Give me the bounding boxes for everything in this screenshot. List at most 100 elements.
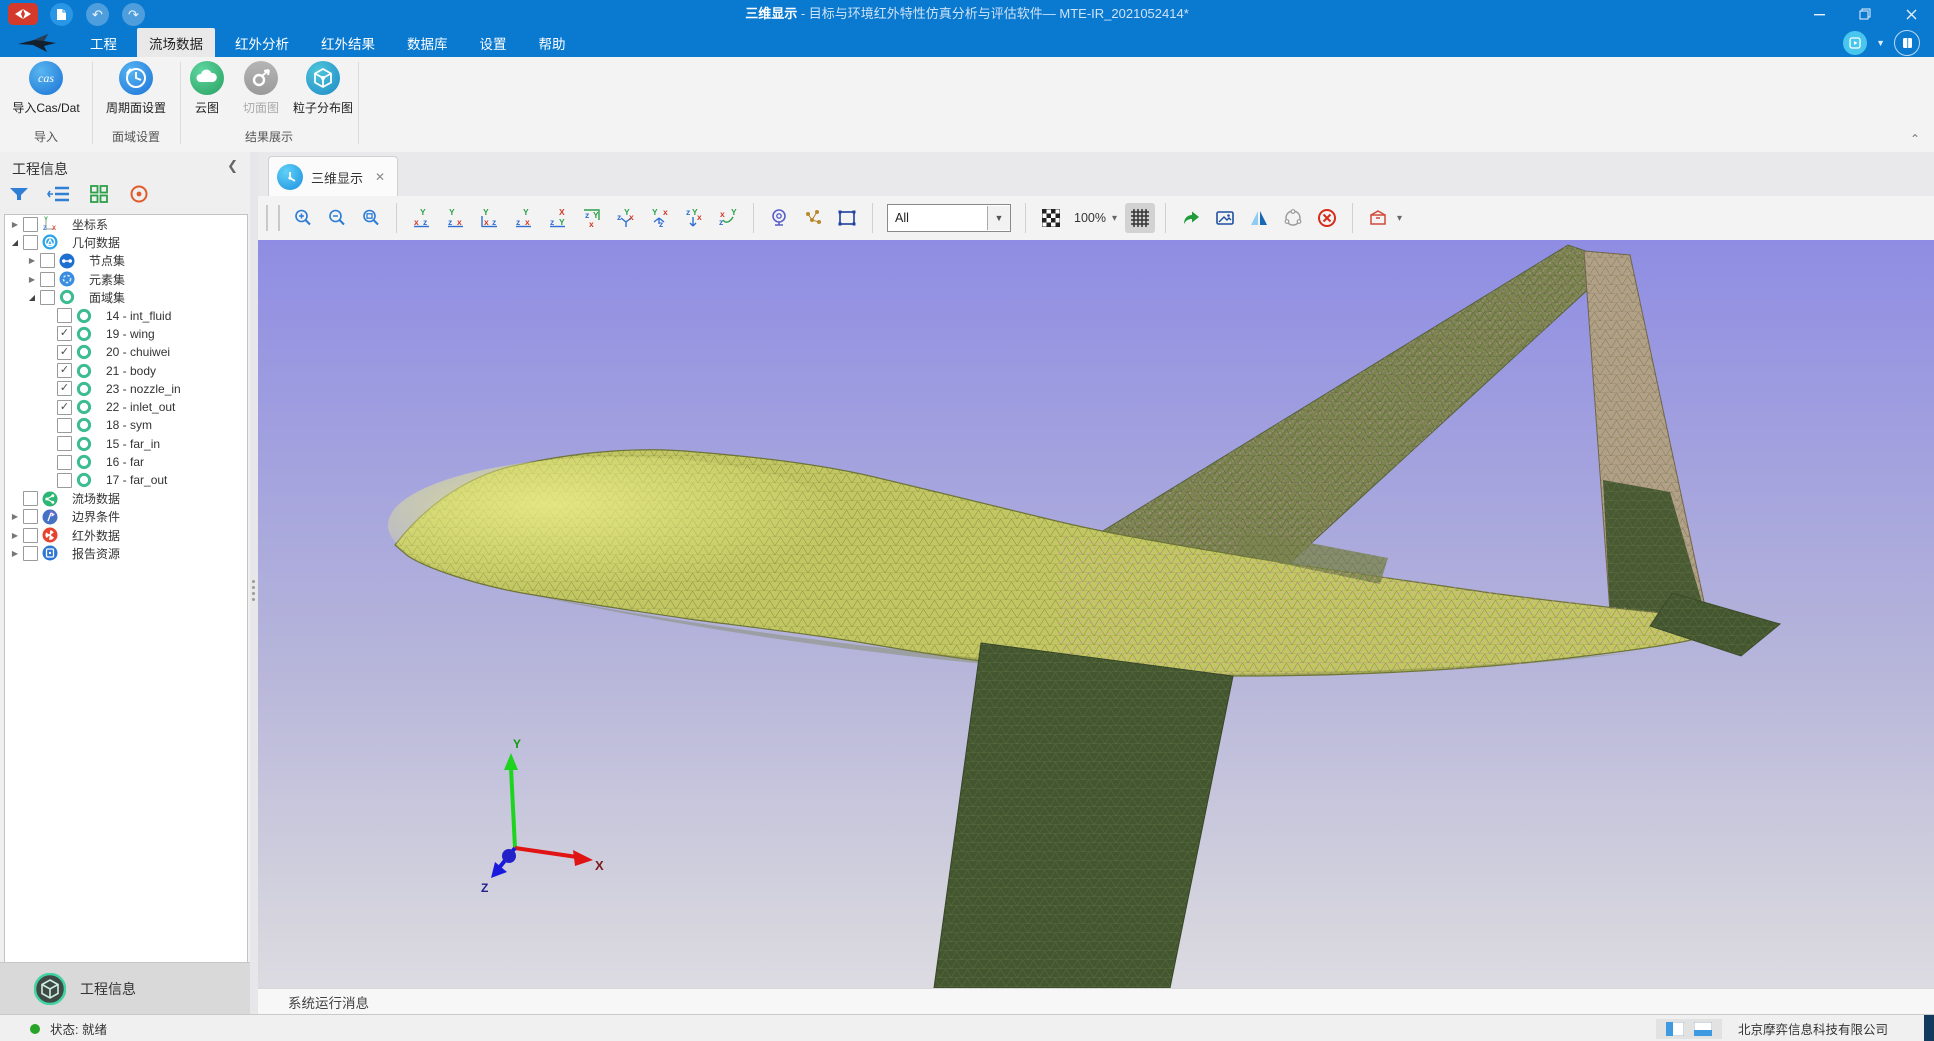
restore-button[interactable] — [1842, 0, 1888, 28]
zoom-out-icon[interactable] — [322, 203, 352, 233]
grid-toggle-icon[interactable] — [1125, 203, 1155, 233]
tree-item[interactable]: 15 - far_in — [5, 435, 247, 453]
ribbon-button-云图[interactable]: 云图 — [185, 61, 229, 116]
view-front-icon[interactable]: xzY — [407, 203, 437, 233]
checkbox[interactable] — [23, 509, 38, 524]
snapshot-icon[interactable] — [1210, 203, 1240, 233]
tree-item[interactable]: 流场数据 — [5, 489, 247, 507]
dropdown-caret-icon[interactable]: ▼ — [1876, 38, 1885, 48]
ribbon-button-导入Cas/Dat[interactable]: cas导入Cas/Dat — [12, 61, 79, 116]
zoom-fit-icon[interactable] — [356, 203, 386, 233]
ribbon-button-粒子分布图[interactable]: 粒子分布图 — [293, 61, 353, 116]
menu-item-红外分析[interactable]: 红外分析 — [223, 28, 301, 58]
expander-icon[interactable]: ▶ — [26, 256, 38, 265]
layout-bottom-icon[interactable] — [1694, 1022, 1712, 1036]
checkbox[interactable] — [40, 272, 55, 287]
tab-3d-view[interactable]: 三维显示 ✕ — [268, 156, 398, 197]
tree-item[interactable]: ✓22 - inlet_out — [5, 398, 247, 416]
iso-view-1-icon[interactable]: zYx — [611, 203, 641, 233]
tab-close-icon[interactable]: ✕ — [375, 170, 385, 184]
checkbox[interactable]: ✓ — [57, 363, 72, 378]
tree-item[interactable]: ✓23 - nozzle_in — [5, 380, 247, 398]
pattern-icon[interactable] — [1036, 203, 1066, 233]
checkbox[interactable]: ✓ — [57, 326, 72, 341]
checkbox[interactable] — [23, 217, 38, 232]
tree-item[interactable]: ▶边界条件 — [5, 508, 247, 526]
tree-item[interactable]: ▶YZX坐标系 — [5, 215, 247, 233]
export-icon[interactable] — [1176, 203, 1206, 233]
tree-item[interactable]: ✓19 - wing — [5, 325, 247, 343]
filter-icon[interactable] — [6, 182, 32, 206]
notebook-button[interactable] — [1894, 30, 1920, 56]
tree-item[interactable]: ▶元素集 — [5, 270, 247, 288]
panel-splitter[interactable] — [250, 152, 258, 1014]
section-box-caret-icon[interactable]: ▾ — [1397, 213, 1402, 224]
tree-item[interactable]: ▶红外数据 — [5, 526, 247, 544]
close-button[interactable] — [1888, 0, 1934, 28]
checkbox[interactable] — [57, 455, 72, 470]
expander-icon[interactable]: ▶ — [9, 220, 21, 229]
checkbox[interactable] — [57, 308, 72, 323]
expander-icon[interactable]: ▶ — [9, 512, 21, 521]
section-box-icon[interactable] — [1363, 203, 1393, 233]
clear-icon[interactable] — [1312, 203, 1342, 233]
target-icon[interactable] — [126, 182, 152, 206]
box-select-icon[interactable] — [832, 203, 862, 233]
screen-record-button[interactable] — [1843, 31, 1867, 55]
menu-item-工程[interactable]: 工程 — [78, 28, 129, 58]
tree-item[interactable]: ◢面域集 — [5, 288, 247, 306]
expander-icon[interactable]: ◢ — [9, 238, 21, 247]
menu-item-流场数据[interactable]: 流场数据 — [137, 28, 215, 58]
zoom-in-icon[interactable] — [288, 203, 318, 233]
probe-icon[interactable] — [764, 203, 794, 233]
viewport-3d[interactable]: Y X Z — [258, 240, 1934, 988]
tree-item[interactable]: 16 - far — [5, 453, 247, 471]
expander-icon[interactable]: ◢ — [26, 293, 38, 302]
checkbox[interactable] — [23, 491, 38, 506]
view-bottom-icon[interactable]: zYx — [577, 203, 607, 233]
checkbox[interactable]: ✓ — [57, 400, 72, 415]
tree-item[interactable]: ◢几何数据 — [5, 233, 247, 251]
menu-item-红外结果[interactable]: 红外结果 — [309, 28, 387, 58]
menu-item-数据库[interactable]: 数据库 — [395, 28, 460, 58]
checkbox[interactable] — [40, 290, 55, 305]
checkbox[interactable]: ✓ — [57, 345, 72, 360]
display-filter-combo[interactable]: All▼ — [887, 204, 1011, 232]
tree-item[interactable]: ✓20 - chuiwei — [5, 343, 247, 361]
mirror-icon[interactable] — [1244, 203, 1274, 233]
smooth-mesh-icon[interactable] — [1278, 203, 1308, 233]
iso-view-2-icon[interactable]: Yxz — [645, 203, 675, 233]
tree-item[interactable]: ▶报告资源 — [5, 544, 247, 562]
iso-view-4-icon[interactable]: zxY — [713, 203, 743, 233]
tree-item[interactable]: 18 - sym — [5, 416, 247, 434]
panel-collapse-icon[interactable]: ❮ — [227, 158, 238, 174]
expander-icon[interactable]: ▶ — [9, 531, 21, 540]
combo-dropdown-icon[interactable]: ▼ — [987, 206, 1010, 230]
expander-icon[interactable]: ▶ — [9, 549, 21, 558]
iso-view-3-icon[interactable]: zYx — [679, 203, 709, 233]
expander-icon[interactable]: ▶ — [26, 275, 38, 284]
tree-item[interactable]: 17 - far_out — [5, 471, 247, 489]
zoom-level-dropdown[interactable]: 100%▾ — [1074, 211, 1117, 225]
checkbox[interactable] — [23, 528, 38, 543]
panel-footer-tab[interactable]: 工程信息 — [0, 962, 250, 1015]
checkbox[interactable] — [23, 546, 38, 561]
layout-left-icon[interactable] — [1666, 1022, 1684, 1036]
checkbox[interactable] — [57, 418, 72, 433]
view-left-icon[interactable]: Yxz — [475, 203, 505, 233]
minimize-button[interactable] — [1796, 0, 1842, 28]
ribbon-collapse-icon[interactable]: ⌃ — [1910, 132, 1920, 146]
ribbon-button-周期面设置[interactable]: 周期面设置 — [106, 61, 166, 116]
tree-item[interactable]: ▶节点集 — [5, 252, 247, 270]
tree-item[interactable]: 14 - int_fluid — [5, 306, 247, 324]
checkbox[interactable]: ✓ — [57, 381, 72, 396]
tree-item[interactable]: ✓21 - body — [5, 361, 247, 379]
menu-item-设置[interactable]: 设置 — [468, 28, 519, 58]
checkbox[interactable] — [57, 436, 72, 451]
list-icon[interactable] — [46, 182, 72, 206]
checkbox[interactable] — [57, 473, 72, 488]
particles-icon[interactable] — [798, 203, 828, 233]
checkbox[interactable] — [23, 235, 38, 250]
toolbar-grip[interactable] — [266, 205, 280, 231]
view-top-icon[interactable]: XzY — [543, 203, 573, 233]
